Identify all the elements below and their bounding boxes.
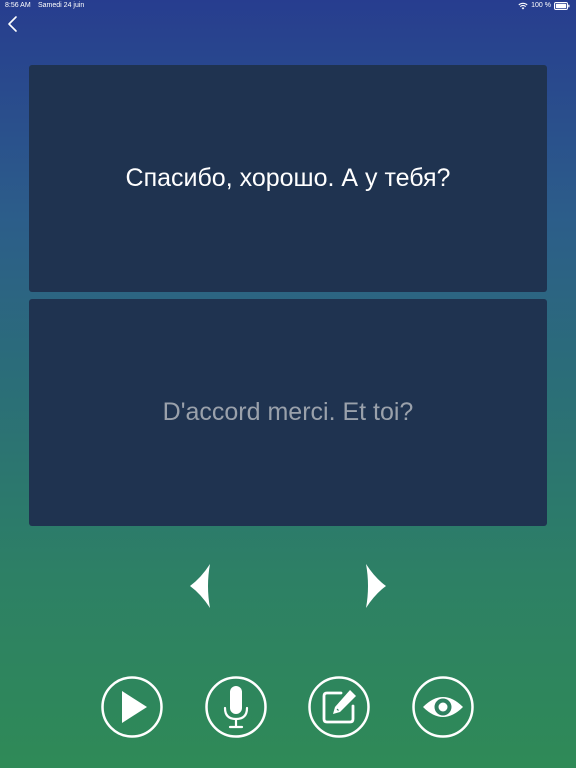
triangle-right-icon [364,564,388,614]
edit-icon [308,676,370,738]
edit-button[interactable] [308,676,370,738]
translation-card[interactable]: D'accord merci. Et toi? [29,299,547,526]
triangle-left-icon [188,564,212,614]
wifi-icon [518,2,528,10]
battery-icon [554,2,570,10]
battery-percent: 100 % [531,2,551,9]
status-date: Samedi 24 juin [38,2,85,9]
next-button[interactable] [364,562,388,610]
translation-text: D'accord merci. Et toi? [162,398,414,426]
play-icon [101,676,163,738]
status-indicators: 100 % [518,0,570,12]
status-bar: 8:56 AM Samedi 24 juin 100 % [0,0,576,12]
record-button[interactable] [205,676,267,738]
eye-icon [412,676,474,738]
reveal-button[interactable] [412,676,474,738]
phrase-card[interactable]: Спасибо, хорошо. А у тебя? [29,65,547,292]
back-button[interactable] [4,14,22,34]
microphone-icon [205,676,267,738]
chevron-left-icon [4,16,22,38]
previous-button[interactable] [188,562,212,610]
status-time: 8:56 AM [5,2,31,9]
play-button[interactable] [101,676,163,738]
phrase-text: Спасибо, хорошо. А у тебя? [125,164,451,192]
